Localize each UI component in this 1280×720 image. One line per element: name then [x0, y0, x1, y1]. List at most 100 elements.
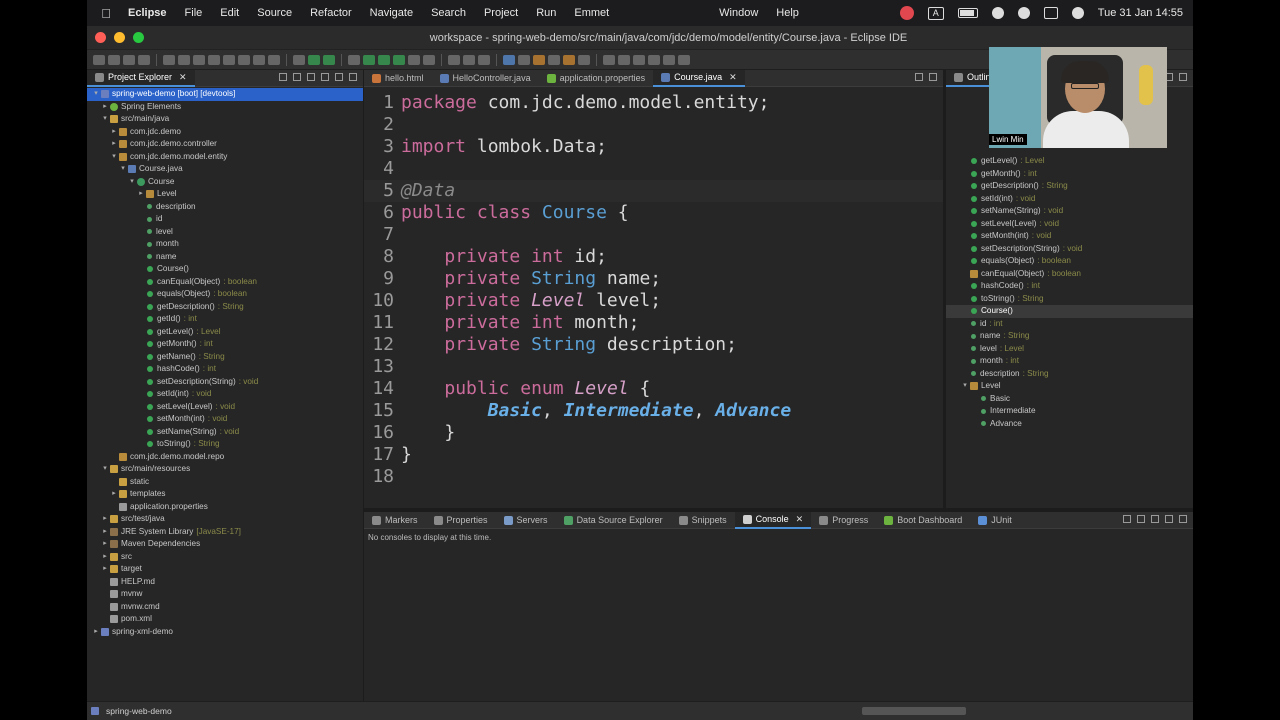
code-line[interactable]: 5 @Data	[364, 180, 943, 202]
bottom-tab[interactable]: Data Source Explorer	[556, 512, 671, 529]
maximize-icon[interactable]	[929, 73, 937, 81]
save-all-icon[interactable]	[123, 54, 135, 65]
tree-item[interactable]: ▸ src	[87, 551, 363, 564]
close-icon[interactable]: ✕	[729, 72, 737, 83]
new-icon[interactable]	[93, 54, 105, 65]
close-icon[interactable]: ✕	[179, 72, 187, 83]
code-line[interactable]: 6 public class Course {	[364, 202, 943, 224]
tree-item[interactable]: setDescription(String): void	[87, 376, 363, 389]
menu-project[interactable]: Project	[475, 7, 527, 19]
outline-item[interactable]: toString(): String	[946, 293, 1193, 306]
tree-item[interactable]: id	[87, 213, 363, 226]
skip-breakpoints-icon[interactable]	[163, 54, 175, 65]
outline-item[interactable]: level: Level	[946, 343, 1193, 356]
tree-item[interactable]: ▾ com.jdc.demo.model.entity	[87, 151, 363, 164]
tree-item[interactable]: getId(): int	[87, 313, 363, 326]
menubar-clock[interactable]: Tue 31 Jan 14:55	[1098, 7, 1183, 19]
tree-item[interactable]: ▾ src/main/resources	[87, 463, 363, 476]
chevron-down-icon[interactable]: ▾	[127, 176, 137, 189]
link-editor-icon[interactable]	[293, 73, 301, 81]
tree-item[interactable]: pom.xml	[87, 613, 363, 626]
chevron-right-icon[interactable]: ▸	[100, 563, 110, 576]
code-line[interactable]: 16 }	[364, 422, 943, 444]
minimize-icon[interactable]	[1165, 515, 1173, 523]
tree-item[interactable]: mvnw	[87, 588, 363, 601]
terminate-icon[interactable]	[208, 54, 220, 65]
tree-item[interactable]: getDescription(): String	[87, 301, 363, 314]
outline-item[interactable]: Intermediate	[946, 405, 1193, 418]
prev-annotation-icon[interactable]	[618, 54, 630, 65]
tree-item[interactable]: setMonth(int): void	[87, 413, 363, 426]
tree-item[interactable]: getLevel(): Level	[87, 326, 363, 339]
minimize-icon[interactable]	[335, 73, 343, 81]
wifi-icon[interactable]	[991, 7, 1004, 19]
outline-item[interactable]: getMonth(): int	[946, 168, 1193, 181]
close-icon[interactable]: ✕	[796, 514, 804, 525]
outline-item[interactable]: canEqual(Object): boolean	[946, 268, 1193, 281]
suspend-icon[interactable]	[193, 54, 205, 65]
chevron-right-icon[interactable]: ▸	[100, 538, 110, 551]
outline-item[interactable]: setName(String): void	[946, 205, 1193, 218]
tree-item[interactable]: setId(int): void	[87, 388, 363, 401]
console-splitter[interactable]	[364, 508, 1193, 512]
menu-search[interactable]: Search	[422, 7, 475, 19]
open-console-icon[interactable]	[1137, 515, 1145, 523]
debug-icon[interactable]	[363, 54, 375, 65]
outline-item[interactable]: equals(Object): boolean	[946, 255, 1193, 268]
disconnect-icon[interactable]	[223, 54, 235, 65]
tree-item[interactable]: ▸ templates	[87, 488, 363, 501]
code-area[interactable]: 1 package com.jdc.demo.model.entity; 2 3 imp…	[364, 87, 943, 488]
server-icon[interactable]	[423, 54, 435, 65]
tree-item[interactable]: getMonth(): int	[87, 338, 363, 351]
save-icon[interactable]	[108, 54, 120, 65]
menu-edit[interactable]: Edit	[211, 7, 248, 19]
bottom-tab[interactable]: JUnit	[970, 512, 1020, 529]
open-task-icon[interactable]	[518, 54, 530, 65]
outline-item[interactable]: ▾ Level	[946, 380, 1193, 393]
tree-item[interactable]: setLevel(Level): void	[87, 401, 363, 414]
code-line[interactable]: 18	[364, 466, 943, 488]
outline-item[interactable]: Basic	[946, 393, 1193, 406]
external-tools-icon[interactable]	[348, 54, 360, 65]
outline-item[interactable]: hashCode(): int	[946, 280, 1193, 293]
bottom-tab[interactable]: Console ✕	[734, 511, 812, 529]
code-line[interactable]: 10 private Level level;	[364, 290, 943, 312]
maximize-icon[interactable]	[1179, 73, 1187, 81]
back-icon[interactable]	[648, 54, 660, 65]
tab-project-explorer[interactable]: Project Explorer ✕	[87, 69, 195, 87]
code-line[interactable]: 14 public enum Level {	[364, 378, 943, 400]
tree-item[interactable]: ▸ Maven Dependencies	[87, 538, 363, 551]
bottom-tab[interactable]: Properties	[426, 512, 496, 529]
tree-item[interactable]: equals(Object): boolean	[87, 288, 363, 301]
bottom-tab[interactable]: Servers	[496, 512, 556, 529]
chevron-right-icon[interactable]: ▸	[136, 188, 146, 201]
minimize-icon[interactable]	[915, 73, 923, 81]
minimize-window-button[interactable]	[114, 32, 125, 43]
view-menu-icon[interactable]	[321, 73, 329, 81]
tree-item[interactable]: level	[87, 226, 363, 239]
chevron-down-icon[interactable]: ▾	[960, 380, 970, 393]
outline-item[interactable]: setDescription(String): void	[946, 243, 1193, 256]
input-source-icon[interactable]: A	[927, 6, 944, 20]
code-line[interactable]: 13	[364, 356, 943, 378]
tree-item[interactable]: static	[87, 476, 363, 489]
tree-item[interactable]: ▸ Level	[87, 188, 363, 201]
chevron-right-icon[interactable]: ▸	[91, 626, 101, 639]
maximize-icon[interactable]	[349, 73, 357, 81]
tree-item[interactable]: com.jdc.demo.model.repo	[87, 451, 363, 464]
chevron-right-icon[interactable]: ▸	[100, 513, 110, 526]
control-center-icon[interactable]	[1043, 7, 1058, 19]
code-line[interactable]: 8 private int id;	[364, 246, 943, 268]
bottom-tab[interactable]: Boot Dashboard	[876, 512, 970, 529]
chevron-right-icon[interactable]: ▸	[100, 526, 110, 539]
tree-item[interactable]: application.properties	[87, 501, 363, 514]
outline-item[interactable]: Course()	[946, 305, 1193, 318]
tree-item[interactable]: HELP.md	[87, 576, 363, 589]
tree-item[interactable]: description	[87, 201, 363, 214]
step-return-icon[interactable]	[268, 54, 280, 65]
resume-icon[interactable]	[178, 54, 190, 65]
run-icon[interactable]	[378, 54, 390, 65]
menu-app-name[interactable]: Eclipse	[119, 7, 176, 19]
chevron-right-icon[interactable]: ▸	[100, 101, 110, 114]
tree-item[interactable]: ▾ spring-web-demo [boot] [devtools]	[87, 88, 363, 101]
